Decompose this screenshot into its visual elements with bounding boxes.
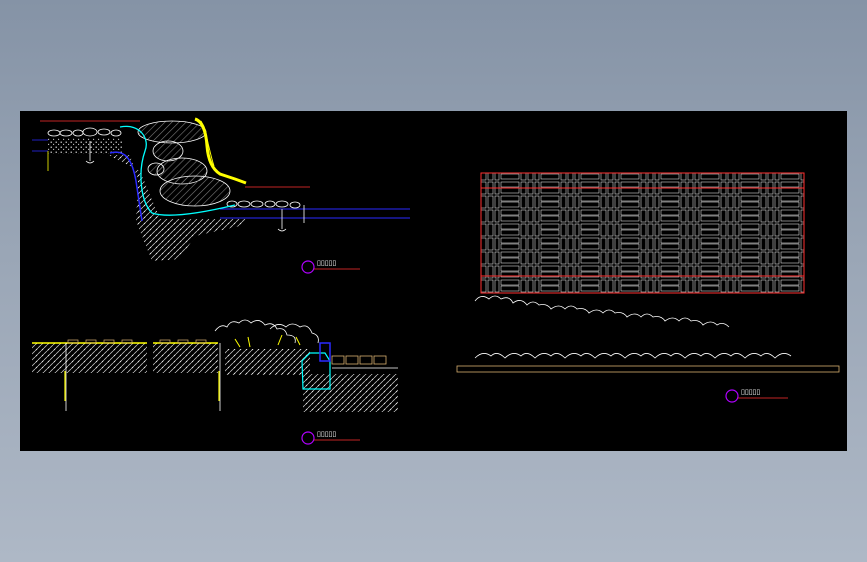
cad-drawing: ▯▯▯▯▯ ▯▯▯▯▯ ▯▯▯▯▯ — [32, 117, 840, 445]
detail-1-title: ▯▯▯▯▯ — [317, 259, 336, 267]
cad-drawing-canvas: ▯▯▯▯▯ ▯▯▯▯▯ ▯▯▯▯▯ — [20, 111, 847, 451]
stream-edge-section — [32, 117, 410, 261]
detail-1-callout: ▯▯▯▯▯ — [301, 259, 360, 274]
detail-2-callout: ▯▯▯▯▯ — [301, 430, 360, 445]
detail-2-title: ▯▯▯▯▯ — [317, 430, 336, 438]
paving-planter-section — [32, 319, 398, 412]
detail-3-callout: ▯▯▯▯▯ — [725, 388, 788, 403]
brick-wall-elevation — [456, 172, 840, 373]
detail-3-title: ▯▯▯▯▯ — [741, 388, 760, 396]
